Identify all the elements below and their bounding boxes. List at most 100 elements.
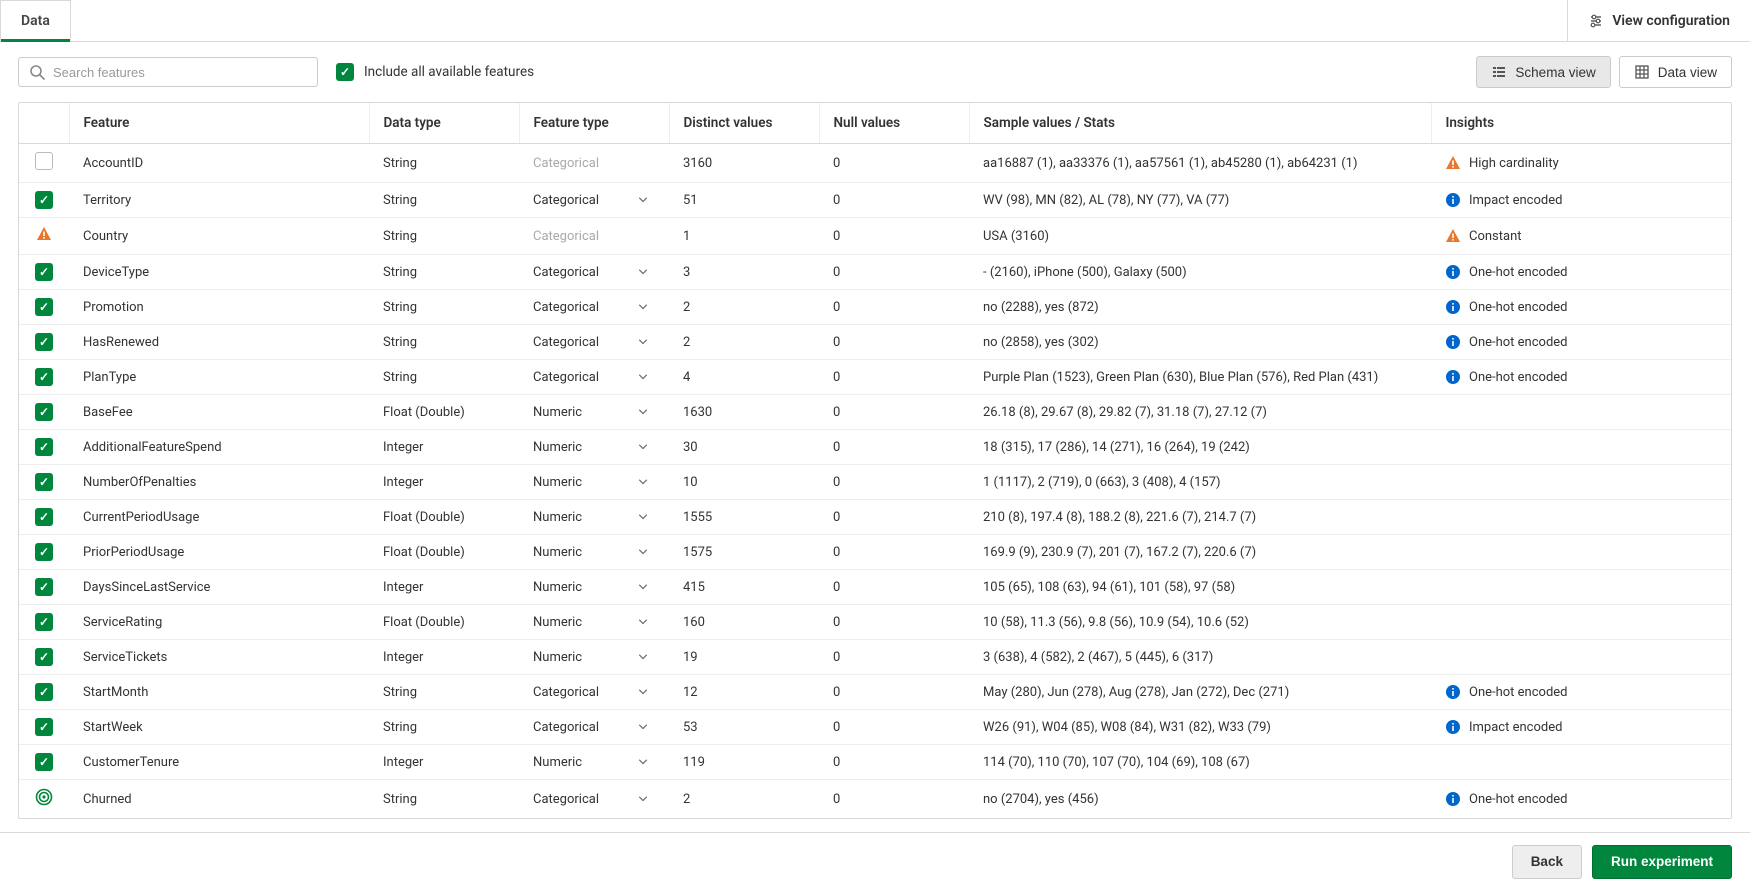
view-configuration-button[interactable]: View configuration xyxy=(1567,0,1750,41)
distinct-values: 119 xyxy=(669,745,819,780)
row-checkbox[interactable] xyxy=(35,613,53,631)
feature-type-label: Categorical xyxy=(533,335,599,350)
distinct-values: 4 xyxy=(669,360,819,395)
col-sample[interactable]: Sample values / Stats xyxy=(969,103,1431,144)
data-type: Integer xyxy=(369,570,519,605)
distinct-values: 3 xyxy=(669,255,819,290)
col-nulls[interactable]: Null values xyxy=(819,103,969,144)
null-values: 0 xyxy=(819,144,969,183)
data-type: String xyxy=(369,360,519,395)
row-checkbox[interactable] xyxy=(35,152,53,170)
chevron-down-icon xyxy=(635,544,651,560)
feature-type-select[interactable]: Categorical xyxy=(533,334,655,350)
info-icon xyxy=(1445,334,1461,350)
row-checkbox[interactable] xyxy=(35,578,53,596)
feature-type-select[interactable]: Categorical xyxy=(533,369,655,385)
include-all-checkbox[interactable]: Include all available features xyxy=(336,63,534,81)
data-type: String xyxy=(369,780,519,819)
data-type: String xyxy=(369,675,519,710)
table-row: CustomerTenureIntegerNumeric1190114 (70)… xyxy=(19,745,1731,780)
data-view-button[interactable]: Data view xyxy=(1619,56,1732,88)
search-input[interactable] xyxy=(53,65,307,80)
row-checkbox[interactable] xyxy=(35,508,53,526)
feature-name: CurrentPeriodUsage xyxy=(69,500,369,535)
col-featuretype[interactable]: Feature type xyxy=(519,103,669,144)
feature-type-select[interactable]: Numeric xyxy=(533,544,655,560)
feature-type-select[interactable]: Categorical xyxy=(533,264,655,280)
col-distinct[interactable]: Distinct values xyxy=(669,103,819,144)
feature-type-select[interactable]: Numeric xyxy=(533,579,655,595)
feature-type-select[interactable]: Numeric xyxy=(533,754,655,770)
null-values: 0 xyxy=(819,640,969,675)
info-icon xyxy=(1445,719,1461,735)
row-checkbox[interactable] xyxy=(35,648,53,666)
chevron-down-icon xyxy=(635,791,651,807)
table-row: NumberOfPenaltiesIntegerNumeric1001 (111… xyxy=(19,465,1731,500)
row-checkbox[interactable] xyxy=(35,543,53,561)
null-values: 0 xyxy=(819,325,969,360)
data-type: Float (Double) xyxy=(369,500,519,535)
feature-type-select[interactable]: Numeric xyxy=(533,649,655,665)
row-checkbox[interactable] xyxy=(35,263,53,281)
sample-values: - (2160), iPhone (500), Galaxy (500) xyxy=(969,255,1431,290)
feature-type-select[interactable]: Categorical xyxy=(533,192,655,208)
data-type: String xyxy=(369,144,519,183)
info-icon xyxy=(1445,369,1461,385)
feature-name: Churned xyxy=(69,780,369,819)
list-icon xyxy=(1491,64,1507,80)
feature-type-select[interactable]: Numeric xyxy=(533,614,655,630)
chevron-down-icon xyxy=(635,474,651,490)
tab-data[interactable]: Data xyxy=(0,0,71,41)
table-row: DaysSinceLastServiceIntegerNumeric415010… xyxy=(19,570,1731,605)
distinct-values: 1555 xyxy=(669,500,819,535)
info-icon xyxy=(1445,299,1461,315)
feature-type-select[interactable]: Numeric xyxy=(533,404,655,420)
row-checkbox[interactable] xyxy=(35,473,53,491)
feature-name: ServiceTickets xyxy=(69,640,369,675)
search-features-box[interactable] xyxy=(18,57,318,87)
null-values: 0 xyxy=(819,360,969,395)
feature-type-select[interactable]: Categorical xyxy=(533,791,655,807)
row-checkbox[interactable] xyxy=(35,403,53,421)
schema-view-button[interactable]: Schema view xyxy=(1476,56,1610,88)
feature-type-select[interactable]: Numeric xyxy=(533,439,655,455)
schema-view-label: Schema view xyxy=(1515,65,1595,80)
view-configuration-label: View configuration xyxy=(1612,13,1730,29)
feature-type-select[interactable]: Numeric xyxy=(533,474,655,490)
null-values: 0 xyxy=(819,290,969,325)
feature-type-select[interactable]: Categorical xyxy=(533,684,655,700)
table-row: CurrentPeriodUsageFloat (Double) Numeric 1… xyxy=(19,500,1731,535)
row-checkbox[interactable] xyxy=(35,333,53,351)
feature-type-select[interactable]: Numeric xyxy=(533,509,655,525)
row-checkbox[interactable] xyxy=(35,753,53,771)
row-checkbox[interactable] xyxy=(35,191,53,209)
sample-values: aa16887 (1), aa33376 (1), aa57561 (1), a… xyxy=(969,144,1431,183)
feature-type-label: Numeric xyxy=(533,580,582,595)
feature-name: NumberOfPenalties xyxy=(69,465,369,500)
search-icon xyxy=(29,64,45,80)
col-datatype[interactable]: Data type xyxy=(369,103,519,144)
row-checkbox[interactable] xyxy=(35,718,53,736)
null-values: 0 xyxy=(819,780,969,819)
sample-values: 26.18 (8), 29.67 (8), 29.82 (7), 31.18 (… xyxy=(969,395,1431,430)
row-checkbox[interactable] xyxy=(35,298,53,316)
insight-text: One-hot encoded xyxy=(1469,265,1568,280)
distinct-values: 1 xyxy=(669,218,819,255)
back-button[interactable]: Back xyxy=(1512,845,1582,879)
null-values: 0 xyxy=(819,430,969,465)
feature-name: DeviceType xyxy=(69,255,369,290)
run-experiment-button[interactable]: Run experiment xyxy=(1592,845,1732,879)
col-insights[interactable]: Insights xyxy=(1431,103,1731,144)
row-checkbox[interactable] xyxy=(35,683,53,701)
data-type: Integer xyxy=(369,745,519,780)
row-checkbox[interactable] xyxy=(35,438,53,456)
row-checkbox[interactable] xyxy=(35,368,53,386)
feature-type-label: Categorical xyxy=(533,370,599,385)
data-type: Float (Double) xyxy=(369,535,519,570)
col-feature[interactable]: Feature xyxy=(69,103,369,144)
feature-name: ServiceRating xyxy=(69,605,369,640)
data-type: String xyxy=(369,290,519,325)
feature-type-select[interactable]: Categorical xyxy=(533,299,655,315)
sample-values: 18 (315), 17 (286), 14 (271), 16 (264), … xyxy=(969,430,1431,465)
feature-type-select[interactable]: Categorical xyxy=(533,719,655,735)
